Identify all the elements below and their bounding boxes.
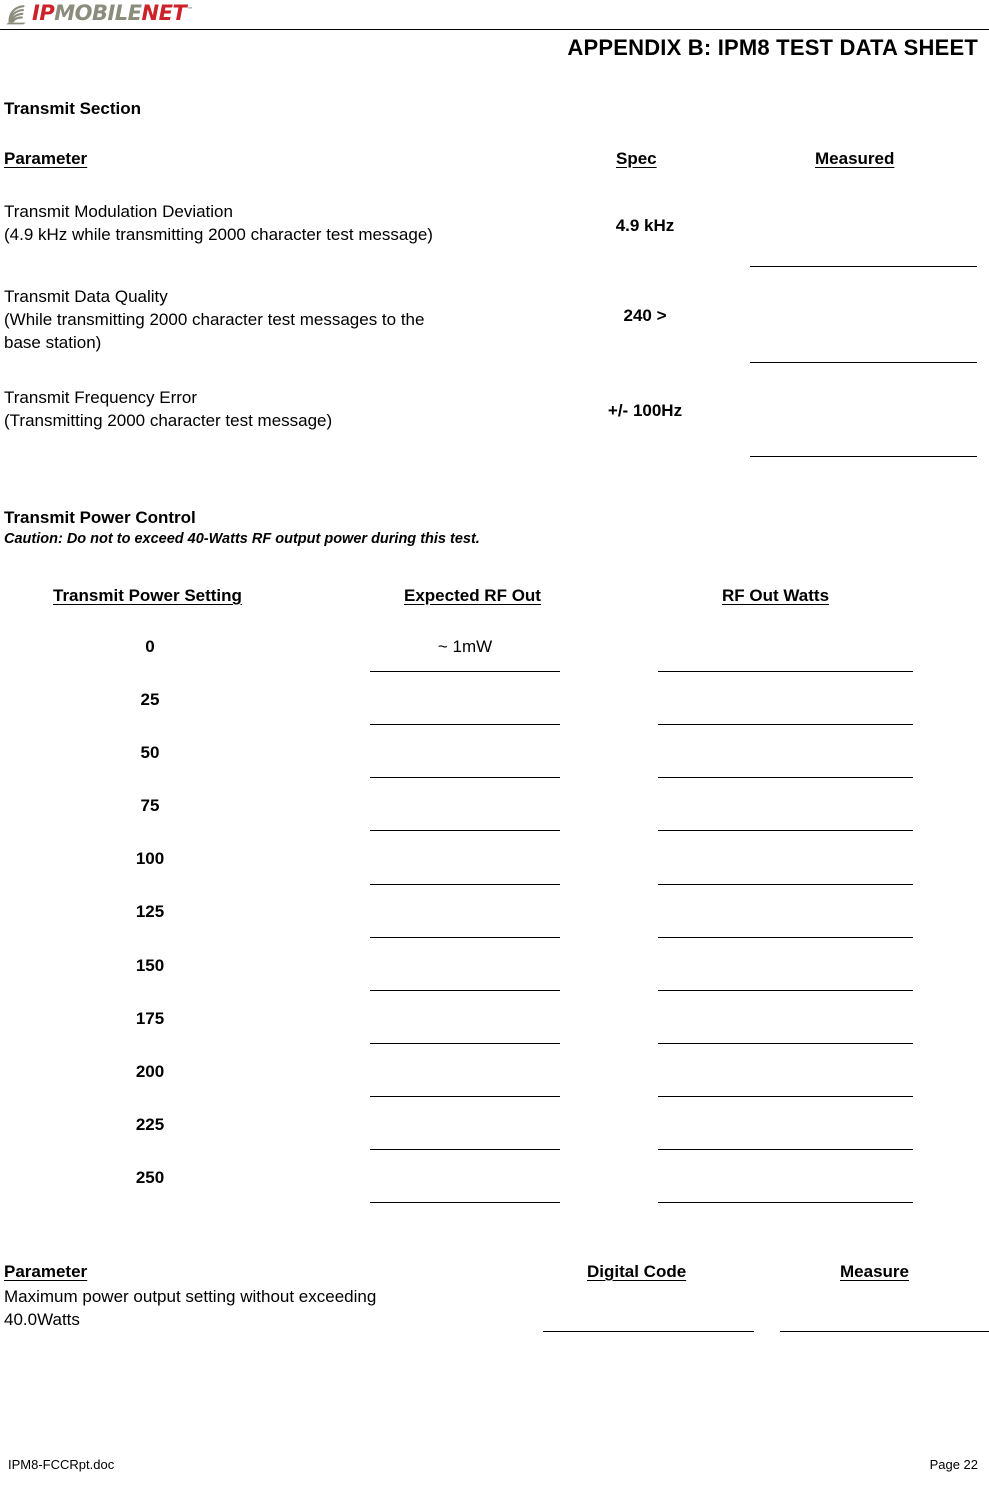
rf-out-watts-blank-field[interactable] [658, 884, 913, 885]
logo-text-mobile: MOBILE [54, 0, 142, 25]
rf-out-watts-blank-field[interactable] [658, 724, 913, 725]
power-setting-label: 225 [135, 1115, 165, 1134]
column-header-measured: Measured [815, 149, 895, 168]
parameter-detail: (4.9 kHz while transmitting 2000 charact… [4, 225, 433, 244]
column-header-measure: Measure [840, 1262, 909, 1281]
digital-code-blank-field[interactable] [543, 1331, 754, 1332]
rf-out-watts-blank-field[interactable] [658, 937, 913, 938]
column-header-expected-rf-out: Expected RF Out [404, 586, 541, 605]
column-header-transmit-power-setting: Transmit Power Setting [53, 586, 242, 605]
power-setting-label: 150 [135, 956, 165, 975]
expected-rf-out-blank-field[interactable] [370, 937, 560, 938]
expected-rf-out-blank-field[interactable] [370, 1043, 560, 1044]
page-title: APPENDIX B: IPM8 TEST DATA SHEET [567, 35, 978, 60]
table-row: Transmit Data Quality (While transmittin… [4, 285, 604, 354]
power-setting-label: 250 [135, 1168, 165, 1187]
parameter-detail: (Transmitting 2000 character test messag… [4, 411, 333, 430]
power-control-heading: Transmit Power Control [4, 508, 196, 527]
parameter-detail-2: base station) [4, 333, 102, 352]
measure-blank-field[interactable] [780, 1331, 989, 1332]
expected-rf-out-blank-field[interactable] [370, 830, 560, 831]
max-power-description-line1: Maximum power output setting without exc… [4, 1287, 377, 1306]
measured-blank-field[interactable] [750, 456, 977, 457]
logo-text-ip: IP [32, 0, 55, 25]
rf-out-watts-blank-field[interactable] [658, 830, 913, 831]
power-setting-label: 125 [135, 902, 165, 921]
expected-rf-out-blank-field[interactable] [370, 1202, 560, 1203]
caution-note: Caution: Do not to exceed 40-Watts RF ou… [4, 531, 480, 547]
logo-trademark: ™ [186, 5, 193, 14]
expected-rf-out-blank-field[interactable] [370, 884, 560, 885]
spec-value: +/- 100Hz [607, 401, 683, 420]
column-header-spec: Spec [616, 149, 657, 168]
power-setting-label: 25 [140, 690, 160, 709]
rf-out-watts-blank-field[interactable] [658, 1096, 913, 1097]
rf-out-watts-blank-field[interactable] [658, 1043, 913, 1044]
expected-rf-out-blank-field[interactable] [370, 990, 560, 991]
spec-value: 4.9 kHz [615, 216, 675, 235]
parameter-name: Transmit Frequency Error [4, 388, 198, 407]
column-header-rf-out-watts: RF Out Watts [722, 586, 830, 605]
power-setting-label: 200 [135, 1062, 165, 1081]
column-header-digital-code: Digital Code [587, 1262, 687, 1281]
parameter-name: Transmit Data Quality [4, 287, 168, 306]
header-divider [0, 29, 989, 30]
rf-out-watts-blank-field[interactable] [658, 990, 913, 991]
power-setting-label: 100 [135, 849, 165, 868]
logo-text-net: NET [141, 0, 187, 25]
rf-out-watts-blank-field[interactable] [658, 1149, 913, 1150]
rf-out-watts-blank-field[interactable] [658, 777, 913, 778]
footer-page-number: Page 22 [929, 1457, 978, 1472]
parameter-detail: (While transmitting 2000 character test … [4, 310, 425, 329]
rf-out-watts-blank-field[interactable] [658, 671, 913, 672]
measured-blank-field[interactable] [750, 362, 977, 363]
signal-wave-icon [6, 3, 30, 25]
measured-blank-field[interactable] [750, 266, 977, 267]
table-row: Transmit Modulation Deviation (4.9 kHz w… [4, 200, 604, 246]
expected-rf-out-blank-field[interactable] [370, 1149, 560, 1150]
page-header: IPMOBILENET™ APPENDIX B: IPM8 TEST DATA … [0, 0, 989, 66]
parameter-name: Transmit Modulation Deviation [4, 202, 233, 221]
power-setting-label: 175 [135, 1009, 165, 1028]
max-power-description: Maximum power output setting without exc… [4, 1285, 564, 1331]
rf-out-watts-blank-field[interactable] [658, 1202, 913, 1203]
expected-rf-out-blank-field[interactable] [370, 1096, 560, 1097]
expected-rf-out-blank-field[interactable] [370, 671, 560, 672]
document-page: IPMOBILENET™ APPENDIX B: IPM8 TEST DATA … [0, 0, 989, 1500]
power-setting-label: 50 [140, 743, 160, 762]
power-setting-label: 75 [140, 796, 160, 815]
transmit-section-heading: Transmit Section [4, 99, 141, 118]
column-header-parameter: Parameter [4, 149, 88, 168]
max-power-description-line2: 40.0Watts [4, 1310, 80, 1329]
spec-value: 240 > [623, 306, 667, 325]
expected-rf-out-blank-field[interactable] [370, 724, 560, 725]
column-header-parameter-2: Parameter [4, 1262, 88, 1281]
expected-rf-out-value: ~ 1mW [437, 637, 493, 656]
power-setting-label: 0 [145, 637, 155, 656]
expected-rf-out-blank-field[interactable] [370, 777, 560, 778]
table-row: Transmit Frequency Error (Transmitting 2… [4, 386, 604, 432]
ipmobilenet-logo: IPMOBILENET™ [6, 1, 193, 25]
footer-filename: IPM8-FCCRpt.doc [8, 1457, 115, 1472]
